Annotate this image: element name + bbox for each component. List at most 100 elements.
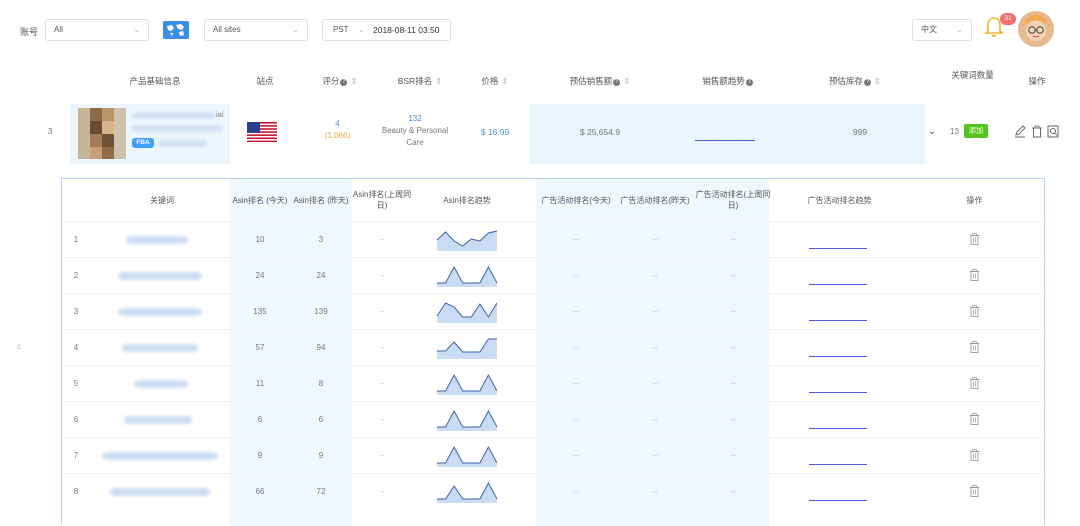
header-site: 站点 <box>256 76 274 86</box>
row-index: 4 <box>73 343 79 352</box>
asin-rank-sparkline <box>437 265 497 287</box>
rating-value: 4 <box>335 119 340 128</box>
subheader-ad-yesterday-label: 广告活动排名(昨天) <box>620 195 690 205</box>
sort-icon[interactable]: ⇕ <box>501 76 508 86</box>
expand-chevron-icon[interactable]: ⌄ <box>928 126 936 137</box>
sort-icon[interactable]: ⇕ <box>623 76 630 86</box>
top-bar: 账号 All ⌄ All sites ⌄ PST ⌄ 2018-08-11 03… <box>0 0 1080 55</box>
delete-keyword-icon[interactable] <box>969 485 980 497</box>
asin-rank-sparkline <box>437 409 497 431</box>
rating-cell[interactable]: 4 (1,066) <box>315 119 360 140</box>
keyword-text-blurred[interactable] <box>118 308 202 316</box>
ad-rank-trend-line <box>809 320 867 321</box>
keyword-count-value: 13 <box>950 127 959 136</box>
site-select[interactable]: All sites ⌄ <box>204 19 308 41</box>
delete-keyword-icon[interactable] <box>969 341 980 353</box>
datetime-value[interactable]: 2018-08-11 03:50 <box>373 20 439 40</box>
subheader-asin-lastweek-label: Asin排名(上周同日) <box>352 190 412 210</box>
asin-rank-yesterday: 6 <box>318 415 324 424</box>
est-stock-value: 999 <box>852 127 868 137</box>
keyword-row[interactable]: 1 10 3 -- -- -- -- <box>62 221 1046 257</box>
product-thumbnail[interactable] <box>78 108 126 159</box>
keyword-text-blurred[interactable] <box>134 380 188 388</box>
add-keyword-button[interactable]: 添加 <box>964 124 988 138</box>
keyword-text-blurred[interactable] <box>124 416 192 424</box>
asin-rank-lastweek: -- <box>379 235 385 244</box>
header-bsr[interactable]: BSR排名 ⇕ <box>385 58 455 104</box>
asin-rank-sparkline <box>437 445 497 467</box>
keyword-row[interactable]: 8 66 72 -- -- -- -- <box>62 473 1046 509</box>
keyword-text-blurred[interactable] <box>110 488 210 496</box>
asin-rank-sparkline <box>437 373 497 395</box>
header-est-stock[interactable]: 预估库存? ⇕ <box>820 58 890 104</box>
avatar[interactable] <box>1018 11 1054 47</box>
delete-keyword-icon[interactable] <box>969 377 980 389</box>
header-price[interactable]: 价格 ⇕ <box>470 58 520 104</box>
language-select[interactable]: 中文 ⌄ <box>912 19 972 41</box>
account-select[interactable]: All ⌄ <box>45 19 149 41</box>
product-asin-blurred <box>132 125 222 132</box>
info-icon: ? <box>863 79 871 86</box>
subheader-keyword: 关键词 <box>150 195 174 205</box>
header-sales-trend: 销售额趋势? <box>690 58 765 104</box>
keyword-row[interactable]: 4 57 94 -- -- -- -- <box>62 329 1046 365</box>
bsr-cell[interactable]: 132 Beauty & Personal Care <box>380 113 450 149</box>
site-select-value: All sites <box>213 25 241 34</box>
asin-rank-today: 135 <box>253 307 267 316</box>
delete-keyword-icon[interactable] <box>969 269 980 281</box>
world-map-icon[interactable] <box>163 21 189 39</box>
keyword-row[interactable]: 6 6 6 -- -- -- -- <box>62 401 1046 437</box>
subheader-asin-trend-label: Asin排名趋势 <box>443 195 491 205</box>
header-rating[interactable]: 评分? ⇕ <box>310 58 370 104</box>
header-est-stock-label: 预估库存 <box>828 76 863 86</box>
product-brand-blurred <box>158 140 208 147</box>
asin-rank-yesterday: 9 <box>318 451 324 460</box>
timezone-date-picker[interactable]: PST ⌄ 2018-08-11 03:50 <box>322 19 451 41</box>
asin-rank-today: 24 <box>255 271 265 280</box>
sort-icon[interactable]: ⇕ <box>350 76 357 86</box>
info-icon: ? <box>613 79 621 86</box>
delete-keyword-icon[interactable] <box>969 305 980 317</box>
ad-rank-lastweek: -- <box>730 487 736 496</box>
ad-rank-lastweek: -- <box>730 451 736 460</box>
header-est-sales[interactable]: 预估销售额? ⇕ <box>555 58 645 104</box>
ad-rank-today: -- <box>573 307 579 316</box>
asin-rank-today: 9 <box>257 451 263 460</box>
edit-icon[interactable] <box>1014 125 1026 138</box>
subheader-actions: 操作 <box>966 195 983 205</box>
keyword-row[interactable]: 2 24 24 -- -- -- -- <box>62 257 1046 293</box>
delete-keyword-icon[interactable] <box>969 413 980 425</box>
ad-rank-today: -- <box>573 379 579 388</box>
keyword-subtable: 关键词 Asin排名 (今天) Asin排名 (昨天) Asin排名(上周同日)… <box>61 178 1046 526</box>
row-index: 3 <box>48 127 53 136</box>
asin-rank-sparkline <box>437 338 497 359</box>
keyword-row[interactable]: 7 9 9 -- -- -- -- <box>62 437 1046 473</box>
asin-rank-yesterday: 24 <box>316 271 326 280</box>
header-bsr-label: BSR排名 <box>397 76 433 86</box>
keyword-text-blurred[interactable] <box>102 452 218 460</box>
delete-keyword-icon[interactable] <box>969 233 980 245</box>
subheader-ad-trend: 广告活动排名趋势 <box>792 179 887 221</box>
keyword-row[interactable]: 5 11 8 -- -- -- -- <box>62 365 1046 401</box>
keyword-text-blurred[interactable] <box>126 236 188 244</box>
sort-icon[interactable]: ⇕ <box>874 76 881 86</box>
rating-count: (1,066) <box>324 131 351 140</box>
keyword-row[interactable]: 3 135 139 -- -- -- -- <box>62 293 1046 329</box>
delete-icon[interactable] <box>1031 125 1043 138</box>
keyword-text-blurred[interactable] <box>122 344 198 352</box>
view-detail-icon[interactable] <box>1047 125 1059 138</box>
product-title-suffix: ial <box>216 110 224 119</box>
ad-rank-trend-line <box>809 500 867 501</box>
price-value: $ 16.99 <box>480 127 510 137</box>
header-keyword-count: 关键词数量 <box>951 70 994 80</box>
asin-rank-yesterday: 139 <box>314 307 328 316</box>
ad-rank-trend-line <box>809 392 867 393</box>
row-index: 6 <box>73 415 79 424</box>
keyword-text-blurred[interactable] <box>118 272 202 280</box>
timezone-value[interactable]: PST <box>333 20 349 40</box>
asin-rank-sparkline <box>437 481 497 503</box>
product-row[interactable]: 3 ial FBA 4 (1,066) 132 Beauty & Persona… <box>30 104 1060 164</box>
row-index: 1 <box>73 235 79 244</box>
sort-icon[interactable]: ⇕ <box>435 76 442 86</box>
delete-keyword-icon[interactable] <box>969 449 980 461</box>
